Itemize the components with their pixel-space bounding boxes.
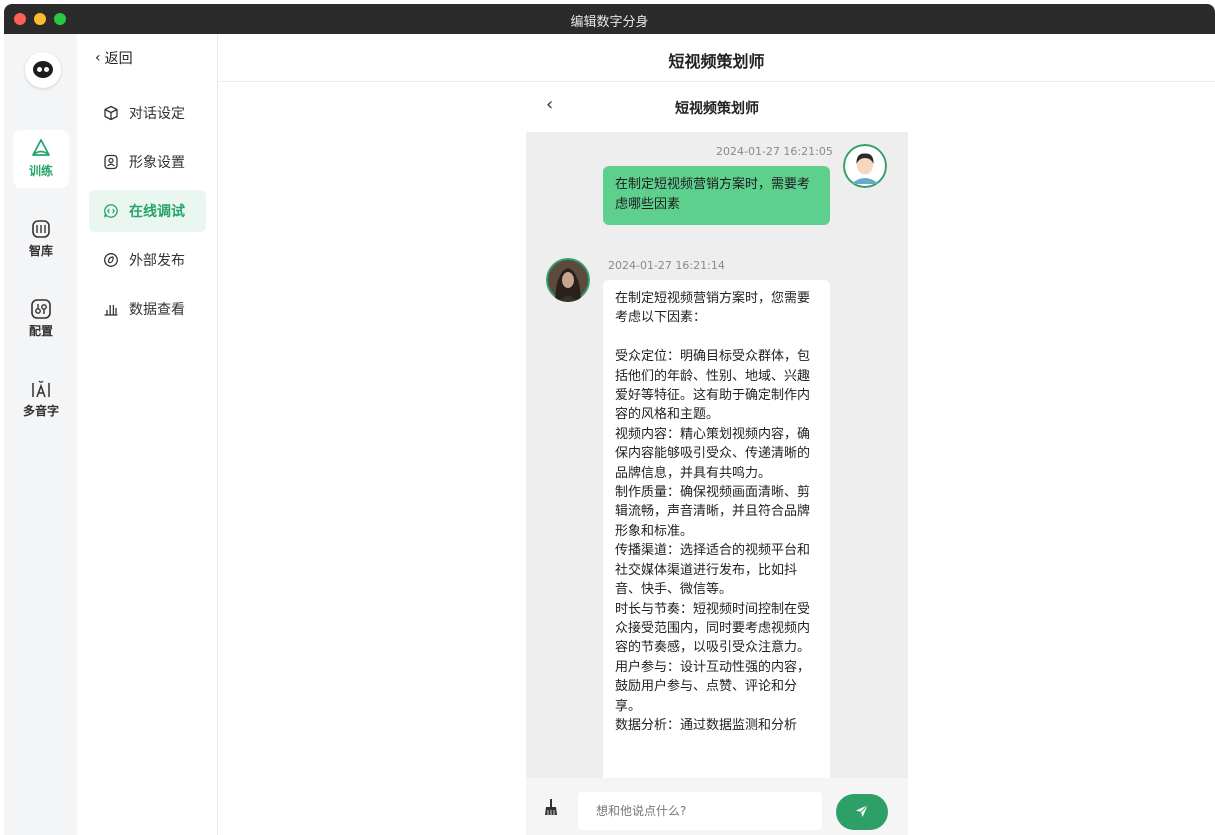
sub-navigation: ‹ 返回 对话设定 形象设置 在线调试 外部发布 数据查看 <box>77 34 218 835</box>
rail-label-config: 配置 <box>28 324 53 338</box>
cube-icon <box>104 105 118 121</box>
user-message-bubble: 在制定短视频营销方案时，需要考虑哪些因素 <box>603 166 830 225</box>
rail-label-train: 训练 <box>28 164 53 178</box>
rail-item-config[interactable]: 配置 <box>13 290 69 348</box>
logo-face-icon <box>33 61 53 78</box>
message-timestamp: 2024-01-27 16:21:05 <box>716 145 833 158</box>
back-label: 返回 <box>104 51 133 67</box>
window-title: 编辑数字分身 <box>570 15 649 30</box>
nav-label: 形象设置 <box>129 155 185 171</box>
clear-brush-icon[interactable] <box>544 798 558 816</box>
nav-label: 数据查看 <box>129 302 185 318</box>
nav-label: 外部发布 <box>129 253 185 269</box>
bar-chart-icon <box>104 305 118 316</box>
bot-avatar <box>546 258 590 302</box>
train-icon <box>32 139 50 156</box>
nav-label: 在线调试 <box>129 204 185 220</box>
back-button[interactable]: ‹ 返回 <box>95 48 133 68</box>
phone-header: ‹ 短视频策划师 <box>526 82 908 132</box>
nav-item-avatar-settings[interactable]: 形象设置 <box>89 141 206 183</box>
page-title: 短视频策划师 <box>668 52 765 71</box>
chat-input-bar <box>526 778 908 835</box>
user-avatar <box>843 144 887 188</box>
logo-eye-right <box>44 67 49 72</box>
chat-area[interactable]: 2024-01-27 16:21:05 在制定短视频营销方案时，需要考虑哪些因素… <box>526 132 908 778</box>
rail-item-polyphone[interactable]: 多音字 <box>13 370 69 428</box>
rail-item-library[interactable]: 智库 <box>13 210 69 268</box>
nav-label: 对话设定 <box>129 106 185 122</box>
app-logo[interactable] <box>25 52 61 88</box>
window-titlebar: 编辑数字分身 <box>4 4 1215 34</box>
book-icon <box>32 220 50 238</box>
nav-item-data-view[interactable]: 数据查看 <box>89 288 206 330</box>
send-icon <box>856 804 869 817</box>
publish-icon <box>104 253 118 267</box>
sliders-icon <box>31 299 51 319</box>
nav-item-external-publish[interactable]: 外部发布 <box>89 239 206 281</box>
logo-eye-left <box>37 67 42 72</box>
main-header: 短视频策划师 <box>218 34 1215 82</box>
nav-item-dialogue-settings[interactable]: 对话设定 <box>89 92 206 134</box>
portrait-icon <box>104 154 118 170</box>
chevron-left-icon: ‹ <box>95 50 101 66</box>
rail-item-train[interactable]: 训练 <box>13 130 69 188</box>
side-rail: 训练 智库 配置 多音字 <box>4 34 77 835</box>
bot-message-bubble: 在制定短视频营销方案时，您需要考虑以下因素： 受众定位：明确目标受众群体，包括他… <box>603 280 830 778</box>
phone-title: 短视频策划师 <box>675 101 759 117</box>
rail-label-library: 智库 <box>28 244 53 258</box>
code-chat-icon <box>104 204 118 218</box>
polyphone-icon <box>32 380 50 398</box>
nav-item-online-debug[interactable]: 在线调试 <box>89 190 206 232</box>
send-button[interactable] <box>836 794 888 830</box>
chat-message-input[interactable] <box>578 792 822 830</box>
rail-label-polyphone: 多音字 <box>22 404 59 418</box>
message-timestamp: 2024-01-27 16:21:14 <box>608 259 725 272</box>
